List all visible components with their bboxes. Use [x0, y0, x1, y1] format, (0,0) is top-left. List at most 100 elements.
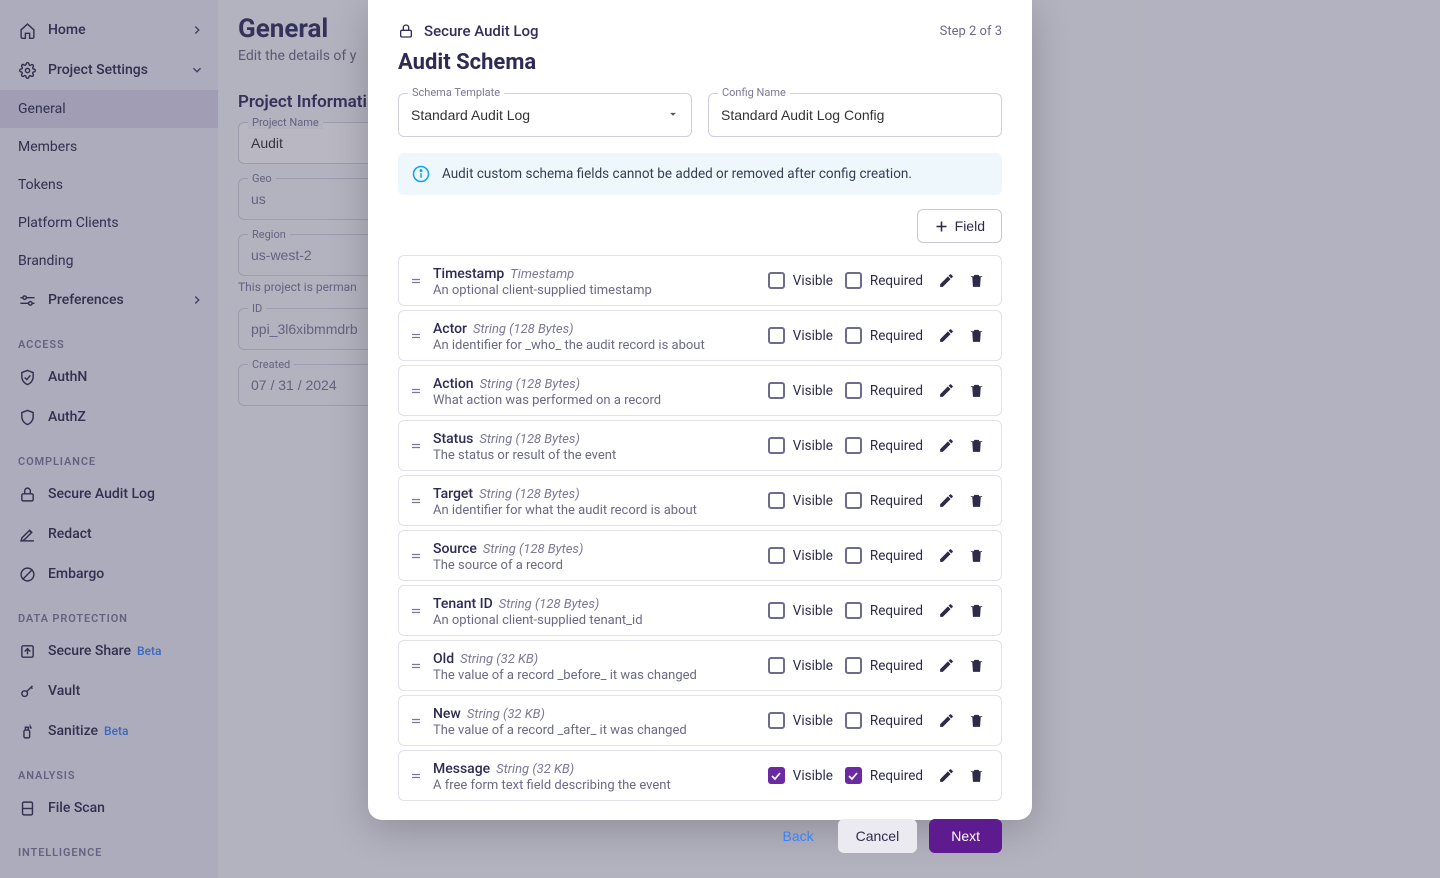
- visible-label: Visible: [793, 548, 833, 564]
- required-label: Required: [870, 768, 923, 784]
- schema-template-label: Schema Template: [408, 86, 504, 99]
- visible-label: Visible: [793, 328, 833, 344]
- delete-icon[interactable]: [965, 600, 987, 622]
- required-label: Required: [870, 493, 923, 509]
- visible-checkbox[interactable]: [768, 712, 785, 729]
- schema-field-name: Timestamp: [433, 266, 504, 282]
- visible-label: Visible: [793, 713, 833, 729]
- schema-controls: VisibleRequired: [768, 765, 987, 787]
- add-field-button[interactable]: Field: [917, 209, 1002, 243]
- drag-handle-icon[interactable]: [409, 660, 423, 672]
- schema-field-desc: An optional client-supplied timestamp: [433, 283, 758, 298]
- edit-icon[interactable]: [935, 765, 957, 787]
- required-checkbox[interactable]: [845, 437, 862, 454]
- visible-checkbox[interactable]: [768, 547, 785, 564]
- schema-text: ActorString (128 Bytes)An identifier for…: [433, 318, 758, 353]
- modal-footer: Back Cancel Next: [398, 801, 1002, 853]
- schema-field-type: String (128 Bytes): [480, 377, 581, 392]
- visible-checkbox[interactable]: [768, 437, 785, 454]
- schema-field-type: String (32 KB): [496, 762, 574, 777]
- schema-controls: VisibleRequired: [768, 270, 987, 292]
- drag-handle-icon[interactable]: [409, 495, 423, 507]
- required-checkbox[interactable]: [845, 547, 862, 564]
- schema-template-select[interactable]: [398, 93, 692, 137]
- edit-icon[interactable]: [935, 380, 957, 402]
- edit-icon[interactable]: [935, 490, 957, 512]
- visible-checkbox[interactable]: [768, 272, 785, 289]
- delete-icon[interactable]: [965, 270, 987, 292]
- required-checkbox[interactable]: [845, 382, 862, 399]
- visible-checkbox[interactable]: [768, 492, 785, 509]
- drag-handle-icon[interactable]: [409, 440, 423, 452]
- next-button[interactable]: Next: [929, 819, 1002, 853]
- edit-icon[interactable]: [935, 270, 957, 292]
- edit-icon[interactable]: [935, 710, 957, 732]
- delete-icon[interactable]: [965, 765, 987, 787]
- delete-icon[interactable]: [965, 545, 987, 567]
- drag-handle-icon[interactable]: [409, 715, 423, 727]
- schema-controls: Visible Required: [768, 490, 987, 512]
- schema-text: OldString (32 KB)The value of a record _…: [433, 648, 758, 683]
- required-checkbox[interactable]: [845, 327, 862, 344]
- info-icon: [412, 165, 430, 183]
- required-checkbox[interactable]: [845, 657, 862, 674]
- required-checkbox[interactable]: [845, 602, 862, 619]
- modal-header-title: Secure Audit Log: [424, 22, 539, 40]
- cancel-button[interactable]: Cancel: [838, 819, 918, 853]
- delete-icon[interactable]: [965, 490, 987, 512]
- schema-text: NewString (32 KB)The value of a record _…: [433, 703, 758, 738]
- schema-field-desc: The value of a record _after_ it was cha…: [433, 723, 758, 738]
- schema-field-name: Target: [433, 486, 473, 502]
- edit-icon[interactable]: [935, 435, 957, 457]
- schema-field-desc: What action was performed on a record: [433, 393, 758, 408]
- schema-row: ActionString (128 Bytes)What action was …: [398, 365, 1002, 416]
- drag-handle-icon[interactable]: [409, 770, 423, 782]
- delete-icon[interactable]: [965, 710, 987, 732]
- visible-checkbox[interactable]: [768, 657, 785, 674]
- config-name-field: Config Name: [708, 93, 1002, 137]
- back-button[interactable]: Back: [770, 820, 825, 852]
- delete-icon[interactable]: [965, 655, 987, 677]
- drag-handle-icon[interactable]: [409, 605, 423, 617]
- delete-icon[interactable]: [965, 325, 987, 347]
- delete-icon[interactable]: [965, 380, 987, 402]
- required-label: Required: [870, 438, 923, 454]
- drag-handle-icon[interactable]: [409, 385, 423, 397]
- schema-field-name: Old: [433, 651, 454, 667]
- drag-handle-icon[interactable]: [409, 275, 423, 287]
- lock-icon: [398, 23, 414, 39]
- drag-handle-icon[interactable]: [409, 550, 423, 562]
- visible-label: Visible: [793, 658, 833, 674]
- schema-field-desc: A free form text field describing the ev…: [433, 778, 758, 793]
- required-checkbox[interactable]: [845, 712, 862, 729]
- schema-controls: Visible Required: [768, 710, 987, 732]
- required-checkbox[interactable]: [845, 492, 862, 509]
- required-label: Required: [870, 658, 923, 674]
- info-banner: Audit custom schema fields cannot be add…: [398, 153, 1002, 195]
- edit-icon[interactable]: [935, 655, 957, 677]
- edit-icon[interactable]: [935, 545, 957, 567]
- edit-icon[interactable]: [935, 600, 957, 622]
- required-checkbox[interactable]: [845, 767, 862, 784]
- visible-checkbox[interactable]: [768, 327, 785, 344]
- config-name-input[interactable]: [708, 93, 1002, 137]
- required-label: Required: [870, 383, 923, 399]
- drag-handle-icon[interactable]: [409, 330, 423, 342]
- required-label: Required: [870, 273, 923, 289]
- required-label: Required: [870, 713, 923, 729]
- visible-label: Visible: [793, 493, 833, 509]
- config-name-label: Config Name: [718, 86, 790, 99]
- schema-field-name: Message: [433, 761, 490, 777]
- visible-checkbox[interactable]: [768, 602, 785, 619]
- visible-checkbox[interactable]: [768, 382, 785, 399]
- step-indicator: Step 2 of 3: [940, 24, 1002, 39]
- required-checkbox[interactable]: [845, 272, 862, 289]
- schema-text: StatusString (128 Bytes)The status or re…: [433, 428, 758, 463]
- edit-icon[interactable]: [935, 325, 957, 347]
- required-label: Required: [870, 328, 923, 344]
- delete-icon[interactable]: [965, 435, 987, 457]
- schema-text: SourceString (128 Bytes)The source of a …: [433, 538, 758, 573]
- schema-row: OldString (32 KB)The value of a record _…: [398, 640, 1002, 691]
- visible-checkbox[interactable]: [768, 767, 785, 784]
- schema-row: Message String (32 KB)A free form text fi…: [398, 750, 1002, 801]
